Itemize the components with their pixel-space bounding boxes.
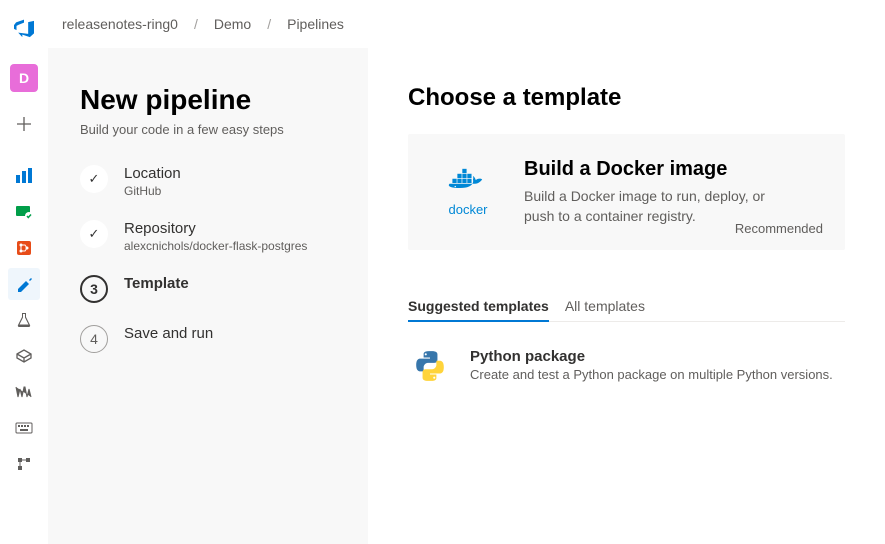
left-rail: D <box>0 0 48 544</box>
repos-icon[interactable] <box>8 232 40 264</box>
step-location[interactable]: Location GitHub <box>80 165 336 198</box>
step-title: Location <box>124 165 181 182</box>
template-description: Create and test a Python package on mult… <box>470 367 833 382</box>
pipelines-icon[interactable] <box>8 268 40 300</box>
breadcrumb: releasenotes-ring0 / Demo / Pipelines <box>48 0 885 48</box>
step-detail: alexcnichols/docker-flask-postgres <box>124 239 307 253</box>
main-area: releasenotes-ring0 / Demo / Pipelines Ne… <box>48 0 885 544</box>
artifacts-icon[interactable] <box>8 340 40 372</box>
settings-icon[interactable] <box>8 448 40 480</box>
azure-devops-logo-icon[interactable] <box>8 12 40 44</box>
breadcrumb-project[interactable]: Demo <box>208 16 257 32</box>
docker-label: docker <box>448 202 487 217</box>
add-icon[interactable] <box>8 108 40 140</box>
breadcrumb-section[interactable]: Pipelines <box>281 16 350 32</box>
choose-heading: Choose a template <box>408 84 845 112</box>
step-detail: GitHub <box>124 184 181 198</box>
breadcrumb-separator-icon: / <box>261 16 277 32</box>
wiki-icon[interactable] <box>8 376 40 408</box>
test-plans-icon[interactable] <box>8 304 40 336</box>
template-item-python[interactable]: Python package Create and test a Python … <box>408 348 845 384</box>
step-title: Template <box>124 275 189 292</box>
project-avatar[interactable]: D <box>10 64 38 92</box>
template-tabs: Suggested templates All templates <box>408 298 845 322</box>
wizard-panel: New pipeline Build your code in a few ea… <box>48 48 368 544</box>
template-name: Python package <box>470 348 833 365</box>
check-icon <box>80 165 108 193</box>
check-icon <box>80 220 108 248</box>
page-subtitle: Build your code in a few easy steps <box>80 122 336 137</box>
tab-suggested[interactable]: Suggested templates <box>408 298 549 322</box>
step-title: Repository <box>124 220 307 237</box>
overview-icon[interactable] <box>8 160 40 192</box>
python-icon <box>408 348 452 384</box>
step-number-icon: 4 <box>80 325 108 353</box>
step-title: Save and run <box>124 325 213 342</box>
breadcrumb-separator-icon: / <box>188 16 204 32</box>
recommended-badge: Recommended <box>735 221 823 236</box>
step-repository[interactable]: Repository alexcnichols/docker-flask-pos… <box>80 220 336 253</box>
tab-all[interactable]: All templates <box>565 298 645 321</box>
boards-icon[interactable] <box>8 196 40 228</box>
template-chooser: Choose a template <box>368 48 885 544</box>
recommended-template-card[interactable]: docker Build a Docker image Build a Dock… <box>408 134 845 250</box>
step-number-icon: 3 <box>80 275 108 303</box>
step-save-run: 4 Save and run <box>80 325 336 353</box>
card-title: Build a Docker image <box>524 158 784 181</box>
docker-icon: docker <box>436 158 500 217</box>
step-template[interactable]: 3 Template <box>80 275 336 303</box>
breadcrumb-org[interactable]: releasenotes-ring0 <box>56 16 184 32</box>
page-title: New pipeline <box>80 84 336 116</box>
keyboard-icon[interactable] <box>8 412 40 444</box>
